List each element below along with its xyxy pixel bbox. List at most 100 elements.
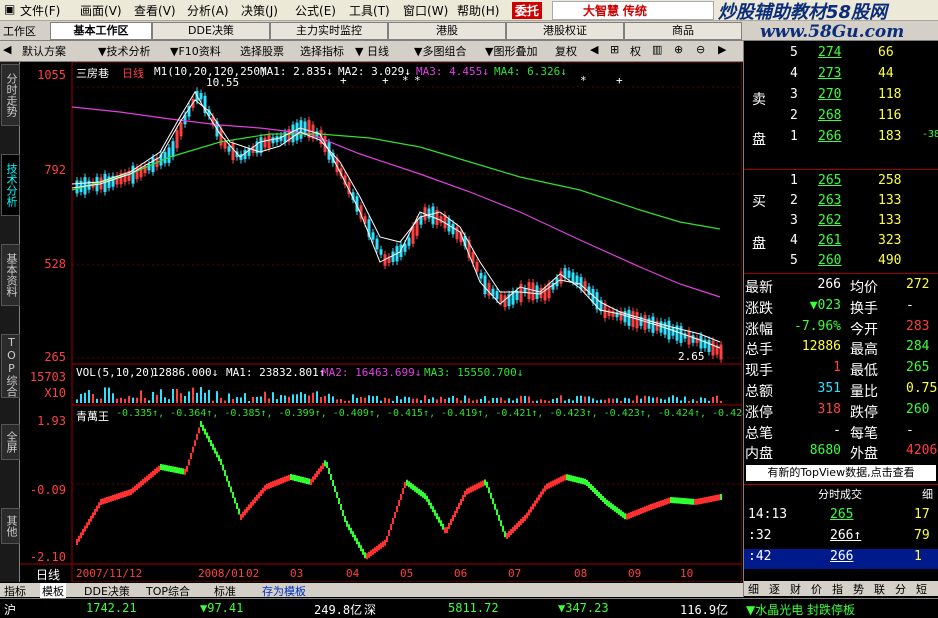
volume-bar — [300, 392, 302, 403]
tab-save-template[interactable]: 存为模板 — [262, 583, 306, 599]
right-tab[interactable]: 细 — [748, 581, 759, 597]
tab-commodity[interactable]: 商品 — [624, 22, 742, 40]
zoom-out-icon[interactable]: ⊖ — [696, 43, 705, 56]
tab-tech-analysis[interactable]: 技术分析 — [1, 154, 20, 216]
oscillator-bar — [106, 497, 108, 503]
toolbar-adjust[interactable]: 复权 — [555, 43, 577, 59]
tab-basic-workspace[interactable]: 基本工作区 — [50, 22, 152, 40]
forward-icon[interactable]: ▶ — [718, 43, 726, 56]
oscillator-bar — [470, 486, 472, 493]
right-tab[interactable]: 逐 — [769, 581, 780, 597]
sh-change: ▼97.41 — [200, 601, 244, 615]
topview-button[interactable]: 有新的TopView数据,点击查看 — [746, 465, 936, 481]
right-tab[interactable]: 财 — [790, 581, 801, 597]
oscillator-bar — [492, 498, 494, 505]
toolbar-select-indicator[interactable]: 选择指标 — [300, 43, 344, 59]
deal-row[interactable]: 14:13 265 17 — [744, 507, 938, 527]
oscillator-bar — [332, 480, 334, 486]
volume-bar — [380, 400, 382, 403]
buy-row[interactable]: 5 260 490 — [744, 253, 938, 273]
menu-view-screen[interactable]: 画面(V) — [80, 2, 122, 19]
buy-row[interactable]: 3 262 133 — [744, 213, 938, 233]
toolbar-period[interactable]: ▼ 日线 — [355, 43, 389, 59]
sell-row[interactable]: 3 270 118 — [744, 87, 938, 107]
buy-row[interactable]: 2 263 133 — [744, 193, 938, 213]
tab-main-monitor[interactable]: 主力实时监控 — [270, 22, 388, 40]
buy-row[interactable]: 1 265 258 — [744, 173, 938, 193]
sell-row[interactable]: 1 266 183 -38 — [744, 129, 938, 149]
menu-file[interactable]: 文件(F) — [20, 2, 60, 19]
kline-chart-panel[interactable]: 1055 792 528 265 15703 X10 1.93 -0.09 -2… — [20, 62, 754, 582]
oscillator-bar — [314, 473, 316, 480]
zoom-in-icon[interactable]: ⊕ — [674, 43, 683, 56]
back-icon[interactable]: ◀ — [3, 43, 11, 56]
oscillator-bar — [168, 465, 170, 472]
quote-value-left: 351 — [817, 381, 841, 396]
tab-basic-info[interactable]: 基本资料 — [1, 244, 20, 306]
menu-decision[interactable]: 决策(J) — [241, 2, 278, 19]
kline-chart-svg[interactable] — [20, 62, 742, 582]
toolbar-default-scheme[interactable]: 默认方案 — [22, 43, 66, 59]
tab-hk[interactable]: 港股 — [388, 22, 506, 40]
tab-indicator[interactable]: 指标 — [4, 583, 26, 599]
volume-bar — [164, 397, 166, 403]
right-tab[interactable]: 价 — [811, 581, 822, 597]
menu-analysis[interactable]: 分析(A) — [187, 2, 229, 19]
menu-tools[interactable]: 工具(T) — [349, 2, 390, 19]
deal-row[interactable]: :42 266 1 — [744, 549, 938, 569]
trade-button[interactable]: 委托 — [512, 2, 543, 19]
right-tab[interactable]: 分 — [895, 581, 906, 597]
oscillator-bar — [280, 478, 282, 484]
volume-bar — [268, 398, 270, 403]
tab-intraday[interactable]: 分时走势 — [1, 64, 20, 126]
volume-bar — [188, 391, 190, 403]
buy-row[interactable]: 4 261 323 — [744, 233, 938, 253]
sell-row[interactable]: 4 273 44 — [744, 66, 938, 86]
volume-bar — [248, 400, 250, 403]
grid-icon[interactable]: ⊞ — [610, 43, 619, 56]
left-arrow-icon[interactable]: ◀ — [590, 43, 598, 56]
toolbar-f10[interactable]: ▼F10资料 — [170, 43, 221, 59]
x-tick-09: 09 — [628, 567, 642, 580]
toolbar-multi-chart[interactable]: ▼多图组合 — [414, 43, 466, 59]
volume-bar — [516, 398, 518, 403]
oscillator-bar — [186, 465, 188, 472]
oscillator-bar — [604, 498, 606, 504]
oscillator-bar — [120, 492, 122, 499]
toolbar-select-stock[interactable]: 选择股票 — [240, 43, 284, 59]
menu-view[interactable]: 查看(V) — [134, 2, 176, 19]
right-tab[interactable]: 联 — [874, 581, 885, 597]
tab-other[interactable]: 其他 — [1, 508, 20, 544]
app-icon[interactable]: ▣ — [4, 2, 15, 16]
tab-top-composite[interactable]: TOP综合 — [146, 583, 190, 599]
tab-standard[interactable]: 标准 — [214, 583, 236, 599]
buy-volume: 133 — [878, 193, 902, 208]
right-tab[interactable]: 势 — [853, 581, 864, 597]
deals-more[interactable]: 细 — [922, 486, 933, 502]
toolbar-tech-analysis[interactable]: ▼技术分析 — [98, 43, 150, 59]
oscillator-bar — [404, 482, 406, 488]
tab-dde[interactable]: DDE决策 — [152, 22, 270, 40]
menu-help[interactable]: 帮助(H) — [457, 2, 499, 19]
lock-icon[interactable]: ▥ — [652, 43, 662, 56]
volume-bar — [88, 390, 90, 403]
sell-row[interactable]: 5 274 66 — [744, 45, 938, 65]
tab-top[interactable]: TOP综合 — [1, 334, 20, 398]
tab-dde-decision[interactable]: DDE决策 — [84, 583, 130, 599]
right-tab[interactable]: 指 — [832, 581, 843, 597]
orderbook-divider — [744, 169, 938, 170]
news-ticker[interactable]: ▼水晶光电 封跌停板 — [746, 601, 855, 618]
tab-hk-warrant[interactable]: 港股权证 — [506, 22, 624, 40]
tab-fullscreen[interactable]: 全屏 — [1, 424, 20, 460]
quote-value-right: 283 — [906, 318, 930, 334]
volume-bar — [372, 396, 374, 403]
toolbar-overlay[interactable]: ▼图形叠加 — [485, 43, 537, 59]
toolbar-rights[interactable]: 权 — [630, 43, 641, 59]
volume-bar — [480, 398, 482, 403]
sell-row[interactable]: 2 268 116 — [744, 108, 938, 128]
deal-row[interactable]: :32 266↑ 79 — [744, 528, 938, 548]
tab-template[interactable]: 模板 — [40, 583, 66, 599]
menu-window[interactable]: 窗口(W) — [403, 2, 448, 19]
right-tab[interactable]: 短 — [916, 581, 927, 597]
menu-formula[interactable]: 公式(E) — [295, 2, 336, 19]
